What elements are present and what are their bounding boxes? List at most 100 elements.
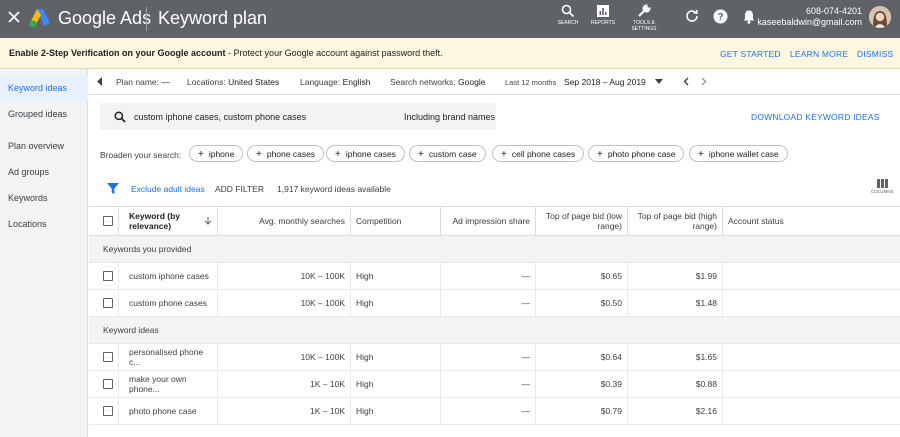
reports-tool-button[interactable]: REPORTS bbox=[589, 4, 617, 26]
competition-cell: High bbox=[350, 289, 441, 317]
sidebar-item-plan-overview[interactable]: Plan overview bbox=[0, 133, 88, 159]
refresh-icon[interactable] bbox=[685, 9, 699, 23]
competition-cell: High bbox=[350, 262, 441, 290]
columns-button[interactable]: COLUMNS bbox=[871, 179, 894, 194]
table-row[interactable]: custom phone cases 10K – 100K High — $0.50 $1… bbox=[89, 289, 900, 317]
exclude-adult-ideas-filter[interactable]: Exclude adult ideas bbox=[131, 184, 205, 194]
search-query: custom iphone cases, custom phone cases bbox=[134, 112, 307, 122]
table-group-row: Keywords you provided bbox=[89, 235, 900, 263]
column-header-top-bid-high[interactable]: Top of page bid (high range) bbox=[627, 207, 723, 236]
page-title: Keyword plan bbox=[158, 8, 268, 28]
search-networks-value: Google bbox=[458, 77, 486, 87]
table-row[interactable]: photo phone case 1K – 10K High — $0.79 $2.16 bbox=[89, 397, 900, 425]
broaden-chip[interactable]: + photo phone case bbox=[588, 145, 685, 162]
column-header-keyword[interactable]: Keyword (by relevance) bbox=[118, 207, 218, 236]
search-tool-label: SEARCH bbox=[557, 20, 579, 26]
keyword-cell[interactable]: make your own phone... bbox=[118, 370, 218, 398]
search-networks-filter[interactable]: Search networks: Google bbox=[390, 77, 485, 87]
column-header-ad-impression-share[interactable]: Ad impression share bbox=[440, 207, 536, 236]
notifications-icon[interactable] bbox=[742, 9, 756, 24]
account-status-cell bbox=[722, 370, 900, 398]
help-icon[interactable]: ? bbox=[713, 9, 728, 24]
previous-period-icon[interactable] bbox=[683, 77, 689, 86]
sidebar-item-ad-groups[interactable]: Ad groups bbox=[0, 159, 88, 185]
language-filter[interactable]: Language: English bbox=[300, 77, 370, 87]
sort-arrow-icon[interactable] bbox=[204, 216, 212, 225]
top-bid-low-cell: $0.39 bbox=[535, 370, 628, 398]
reports-tool-label: REPORTS bbox=[590, 20, 616, 26]
get-started-button[interactable]: GET STARTED bbox=[720, 49, 781, 59]
keyword-cell[interactable]: photo phone case bbox=[118, 397, 218, 425]
broaden-chip[interactable]: + custom case bbox=[409, 145, 486, 162]
add-filter-button[interactable]: ADD FILTER bbox=[215, 184, 264, 194]
column-header-keyword-label: Keyword (by relevance) bbox=[129, 210, 181, 231]
keyword-cell[interactable]: custom iphone cases bbox=[118, 262, 218, 290]
plan-name-label: Plan name: bbox=[116, 77, 159, 87]
sidebar-item-keyword-ideas[interactable]: Keyword ideas bbox=[0, 75, 88, 101]
plus-icon: + bbox=[698, 149, 704, 160]
divider bbox=[146, 7, 147, 31]
plan-name-value: — bbox=[161, 77, 170, 87]
broaden-chip[interactable]: + iphone cases bbox=[326, 145, 405, 162]
keyword-cell[interactable]: personalised phone c... bbox=[118, 343, 218, 371]
column-header-avg-monthly-searches[interactable]: Avg. monthly searches bbox=[217, 207, 351, 236]
column-header-competition[interactable]: Competition bbox=[350, 207, 441, 236]
plus-icon: + bbox=[198, 149, 204, 160]
learn-more-button[interactable]: LEARN MORE bbox=[790, 49, 848, 59]
banner-message: Enable 2-Step Verification on your Googl… bbox=[9, 48, 443, 58]
column-header-top-bid-low[interactable]: Top of page bid (low range) bbox=[535, 207, 628, 236]
search-tool-button[interactable]: SEARCH bbox=[556, 4, 580, 26]
next-period-icon[interactable] bbox=[701, 77, 707, 86]
plus-icon: + bbox=[597, 149, 603, 160]
account-info[interactable]: 608-074-4201 kaseebaldwin@gmail.com bbox=[757, 6, 862, 28]
language-value: English bbox=[342, 77, 371, 87]
broaden-chip[interactable]: + iphone bbox=[189, 145, 244, 162]
account-status-cell bbox=[722, 343, 900, 371]
top-bid-high-cell: $1.99 bbox=[627, 262, 723, 290]
select-all-checkbox[interactable] bbox=[103, 216, 113, 227]
avg-monthly-searches-cell: 10K – 100K bbox=[217, 343, 351, 371]
keyword-cell[interactable]: custom phone cases bbox=[118, 289, 218, 317]
banner-title: Enable 2-Step Verification on your Googl… bbox=[9, 48, 226, 58]
broaden-chip[interactable]: + iphone wallet case bbox=[689, 145, 788, 162]
avatar[interactable] bbox=[869, 6, 891, 28]
chevron-down-icon[interactable] bbox=[655, 79, 663, 84]
group-title: Keyword ideas bbox=[89, 316, 900, 344]
row-checkbox[interactable] bbox=[103, 405, 113, 416]
top-bid-high-cell: $1.48 bbox=[627, 289, 723, 317]
row-checkbox[interactable] bbox=[103, 378, 113, 389]
columns-icon bbox=[876, 179, 888, 188]
broaden-chip[interactable]: + phone cases bbox=[247, 145, 325, 162]
table-row[interactable]: personalised phone c... 10K – 100K High — $0… bbox=[89, 343, 900, 371]
plan-name-filter[interactable]: Plan name: — bbox=[116, 77, 170, 87]
locations-filter[interactable]: Locations: United States bbox=[187, 77, 279, 87]
tools-settings-button[interactable]: TOOLS & SETTINGS bbox=[629, 4, 659, 32]
row-checkbox[interactable] bbox=[103, 351, 113, 362]
sidebar-item-keywords[interactable]: Keywords bbox=[0, 185, 88, 211]
google-ads-logo bbox=[29, 9, 50, 28]
filter-icon[interactable] bbox=[107, 183, 119, 194]
chip-label: phone cases bbox=[266, 149, 316, 159]
sidebar: Keyword ideas Grouped ideas Plan overvie… bbox=[0, 69, 88, 437]
keyword-search-box[interactable]: custom iphone cases, custom phone cases … bbox=[100, 103, 496, 130]
top-bid-high-cell: $1.65 bbox=[627, 343, 723, 371]
date-range-value[interactable]: Sep 2018 – Aug 2019 bbox=[564, 77, 646, 87]
language-label: Language: bbox=[300, 77, 341, 87]
search-icon bbox=[561, 4, 575, 18]
sidebar-item-locations[interactable]: Locations bbox=[0, 211, 88, 237]
download-keyword-ideas-button[interactable]: DOWNLOAD KEYWORD IDEAS bbox=[751, 112, 880, 122]
close-icon[interactable] bbox=[6, 9, 22, 25]
locations-label: Locations: bbox=[187, 77, 226, 87]
column-header-account-status[interactable]: Account status bbox=[722, 207, 900, 236]
dismiss-button[interactable]: DISMISS bbox=[857, 49, 893, 59]
collapse-left-icon[interactable] bbox=[97, 77, 103, 86]
table-row[interactable]: custom iphone cases 10K – 100K High — $0.65 $… bbox=[89, 262, 900, 290]
row-checkbox[interactable] bbox=[103, 297, 113, 308]
sidebar-item-grouped-ideas[interactable]: Grouped ideas bbox=[0, 101, 88, 127]
broaden-chip[interactable]: + cell phone cases bbox=[492, 145, 585, 162]
table-row[interactable]: make your own phone... 1K – 10K High — $0.39… bbox=[89, 370, 900, 398]
chip-label: iphone cases bbox=[345, 149, 396, 159]
brand-names-toggle[interactable]: Including brand names bbox=[404, 112, 495, 122]
avg-monthly-searches-cell: 10K – 100K bbox=[217, 262, 351, 290]
row-checkbox[interactable] bbox=[103, 270, 113, 281]
